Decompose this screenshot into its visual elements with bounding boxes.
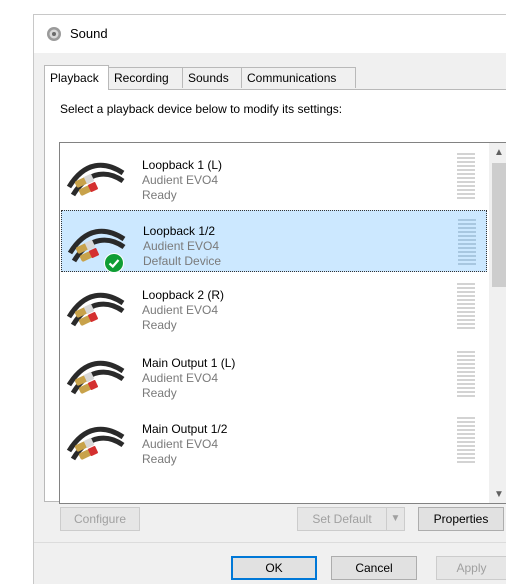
- device-name: Loopback 1/2: [143, 224, 216, 238]
- device-status: Ready: [142, 452, 177, 466]
- device-name: Loopback 2 (R): [142, 288, 225, 302]
- rca-cable-icon: [66, 162, 125, 197]
- chevron-down-icon[interactable]: ▼: [386, 507, 405, 531]
- device-list[interactable]: Loopback 1 (L) Audient EVO4 Ready Loopba…: [59, 142, 506, 504]
- cancel-button[interactable]: Cancel: [331, 556, 417, 580]
- speaker-icon: [47, 27, 61, 41]
- device-list-scrollbar[interactable]: ▲ ▼: [489, 143, 506, 503]
- list-item[interactable]: Main Output 1/2 Audient EVO4 Ready: [61, 409, 487, 471]
- properties-button[interactable]: Properties: [418, 507, 504, 531]
- level-meter: [457, 153, 475, 199]
- level-meter: [457, 351, 475, 397]
- configure-button[interactable]: Configure: [60, 507, 140, 531]
- playback-panel: Select a playback device below to modify…: [44, 89, 506, 504]
- device-name: Main Output 1/2: [142, 422, 228, 436]
- device-name: Loopback 1 (L): [142, 158, 223, 172]
- device-status: Default Device: [143, 254, 222, 268]
- title-bar[interactable]: Sound: [34, 15, 506, 53]
- divider: [34, 542, 506, 543]
- device-status: Ready: [142, 318, 177, 332]
- check-icon: [104, 253, 124, 273]
- device-name: Main Output 1 (L): [142, 356, 236, 370]
- tab-communications[interactable]: Communications: [241, 67, 356, 88]
- sound-dialog: Sound Playback Recording Sounds Communic…: [33, 14, 506, 584]
- level-meter: [457, 283, 475, 329]
- instruction-text: Select a playback device below to modify…: [60, 102, 343, 116]
- tab-recording[interactable]: Recording: [108, 67, 183, 88]
- device-driver: Audient EVO4: [142, 303, 219, 317]
- device-driver: Audient EVO4: [142, 371, 219, 385]
- list-item[interactable]: Loopback 2 (R) Audient EVO4 Ready: [61, 275, 487, 337]
- list-item[interactable]: Loopback 1/2 Audient EVO4 Default Device: [61, 210, 487, 273]
- tab-sounds[interactable]: Sounds: [182, 67, 242, 88]
- tab-playback[interactable]: Playback: [44, 65, 109, 90]
- device-driver: Audient EVO4: [143, 239, 220, 253]
- level-meter: [458, 219, 476, 265]
- scroll-thumb[interactable]: [492, 163, 506, 287]
- rca-cable-icon: [66, 426, 125, 461]
- list-item[interactable]: Loopback 1 (L) Audient EVO4 Ready: [61, 145, 487, 207]
- rca-cable-icon: [66, 360, 125, 395]
- set-default-button[interactable]: Set Default: [297, 507, 387, 531]
- window-title: Sound: [70, 26, 108, 41]
- device-driver: Audient EVO4: [142, 437, 219, 451]
- rca-cable-icon: [66, 292, 125, 327]
- device-status: Ready: [142, 188, 177, 202]
- apply-button[interactable]: Apply: [436, 556, 506, 580]
- level-meter: [457, 417, 475, 463]
- device-driver: Audient EVO4: [142, 173, 219, 187]
- ok-button[interactable]: OK: [231, 556, 317, 580]
- chevron-up-icon[interactable]: ▲: [489, 143, 506, 163]
- device-status: Ready: [142, 386, 177, 400]
- chevron-down-icon[interactable]: ▼: [489, 485, 506, 503]
- list-item[interactable]: Main Output 1 (L) Audient EVO4 Ready: [61, 343, 487, 405]
